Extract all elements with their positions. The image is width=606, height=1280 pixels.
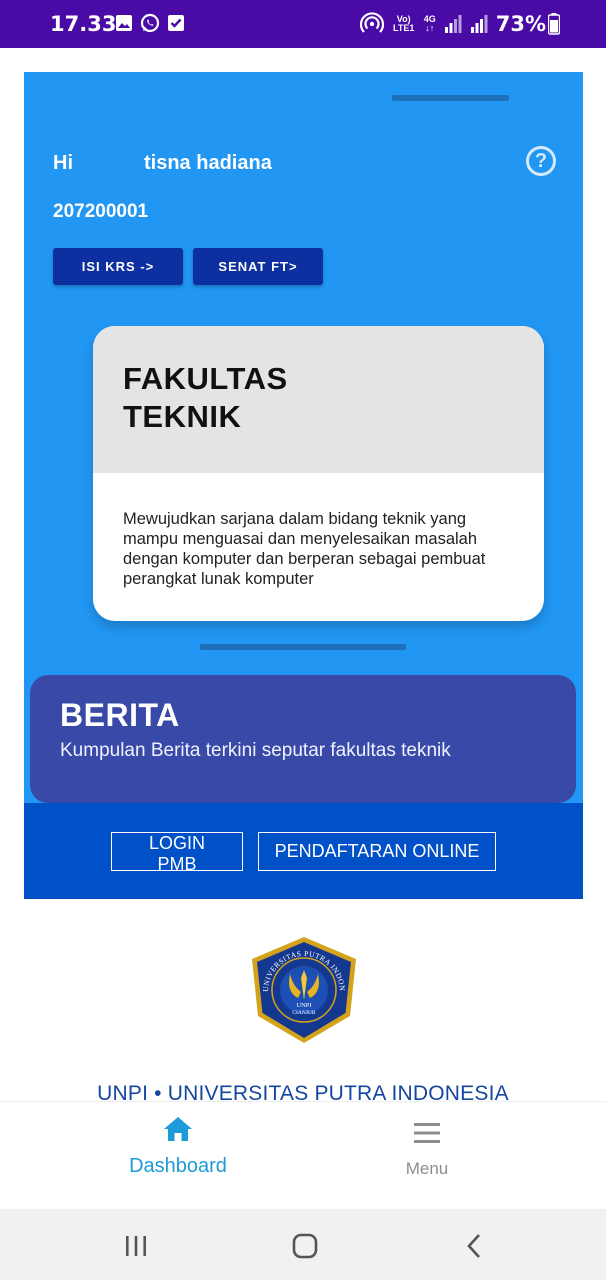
hotspot-icon <box>359 12 384 33</box>
back-icon[interactable] <box>460 1231 490 1261</box>
news-subtitle: Kumpulan Berita terkini seputar fakultas… <box>60 740 451 761</box>
signal-icon <box>444 15 462 33</box>
pendaftaran-online-button[interactable]: PENDAFTARAN ONLINE <box>258 832 496 871</box>
image-icon <box>116 15 132 31</box>
status-bar: 17.33 Vo) LTE1 4G ↓↑ 73% <box>0 0 606 48</box>
nav-dashboard-label: Dashboard <box>129 1155 227 1177</box>
system-navigation-bar <box>0 1209 606 1280</box>
bottom-navigation: Dashboard Menu <box>0 1101 606 1209</box>
faculty-card: FAKULTAS TEKNIK Mewujudkan sarjana dalam… <box>93 326 544 621</box>
student-id: 207200001 <box>53 201 149 222</box>
drag-handle[interactable] <box>392 95 509 101</box>
network-gen-icon: 4G ↓↑ <box>423 14 436 33</box>
status-notification-icons <box>114 13 186 33</box>
nav-menu[interactable]: Menu <box>327 1114 527 1179</box>
news-title: BERITA <box>60 697 180 733</box>
senat-ft-button[interactable]: SENAT FT> <box>193 248 323 285</box>
nav-menu-label: Menu <box>405 1159 449 1178</box>
battery-percent: 73% <box>495 12 546 36</box>
isi-krs-button[interactable]: ISI KRS -> <box>53 248 183 285</box>
check-box-icon <box>168 15 184 31</box>
signal-icon <box>470 15 488 33</box>
menu-icon <box>414 1123 440 1143</box>
faculty-description: Mewujudkan sarjana dalam bidang teknik y… <box>123 510 486 588</box>
links-bar: LOGIN PMB PENDAFTARAN ONLINE <box>24 803 583 899</box>
drag-handle[interactable] <box>200 644 406 650</box>
news-banner[interactable]: BERITA Kumpulan Berita terkini seputar f… <box>30 675 576 803</box>
faculty-title: FAKULTAS TEKNIK <box>123 361 288 434</box>
whatsapp-icon <box>140 13 160 33</box>
help-icon[interactable]: ? <box>526 146 556 176</box>
status-system-icons: Vo) LTE1 4G ↓↑ 73% <box>359 12 560 36</box>
faculty-card-header: FAKULTAS TEKNIK <box>93 326 544 473</box>
volte-icon: Vo) LTE1 <box>393 14 415 33</box>
nav-dashboard[interactable]: Dashboard <box>78 1114 278 1178</box>
battery-icon <box>548 13 560 35</box>
logo-text-cianjur: CIANJUR <box>292 1010 316 1016</box>
university-logo: UNIVERSITAS PUTRA INDONESIA UNPI CIANJUR <box>246 934 356 1043</box>
user-name: tisna hadiana <box>144 152 272 174</box>
home-button-icon[interactable] <box>290 1231 320 1261</box>
greeting-text: Hi <box>53 152 73 174</box>
logo-text-unpi: UNPI <box>296 1002 311 1009</box>
recent-apps-icon[interactable] <box>121 1231 151 1261</box>
home-icon <box>164 1117 192 1141</box>
status-time: 17.33 <box>50 12 117 36</box>
login-pmb-button[interactable]: LOGIN PMB <box>111 832 243 874</box>
